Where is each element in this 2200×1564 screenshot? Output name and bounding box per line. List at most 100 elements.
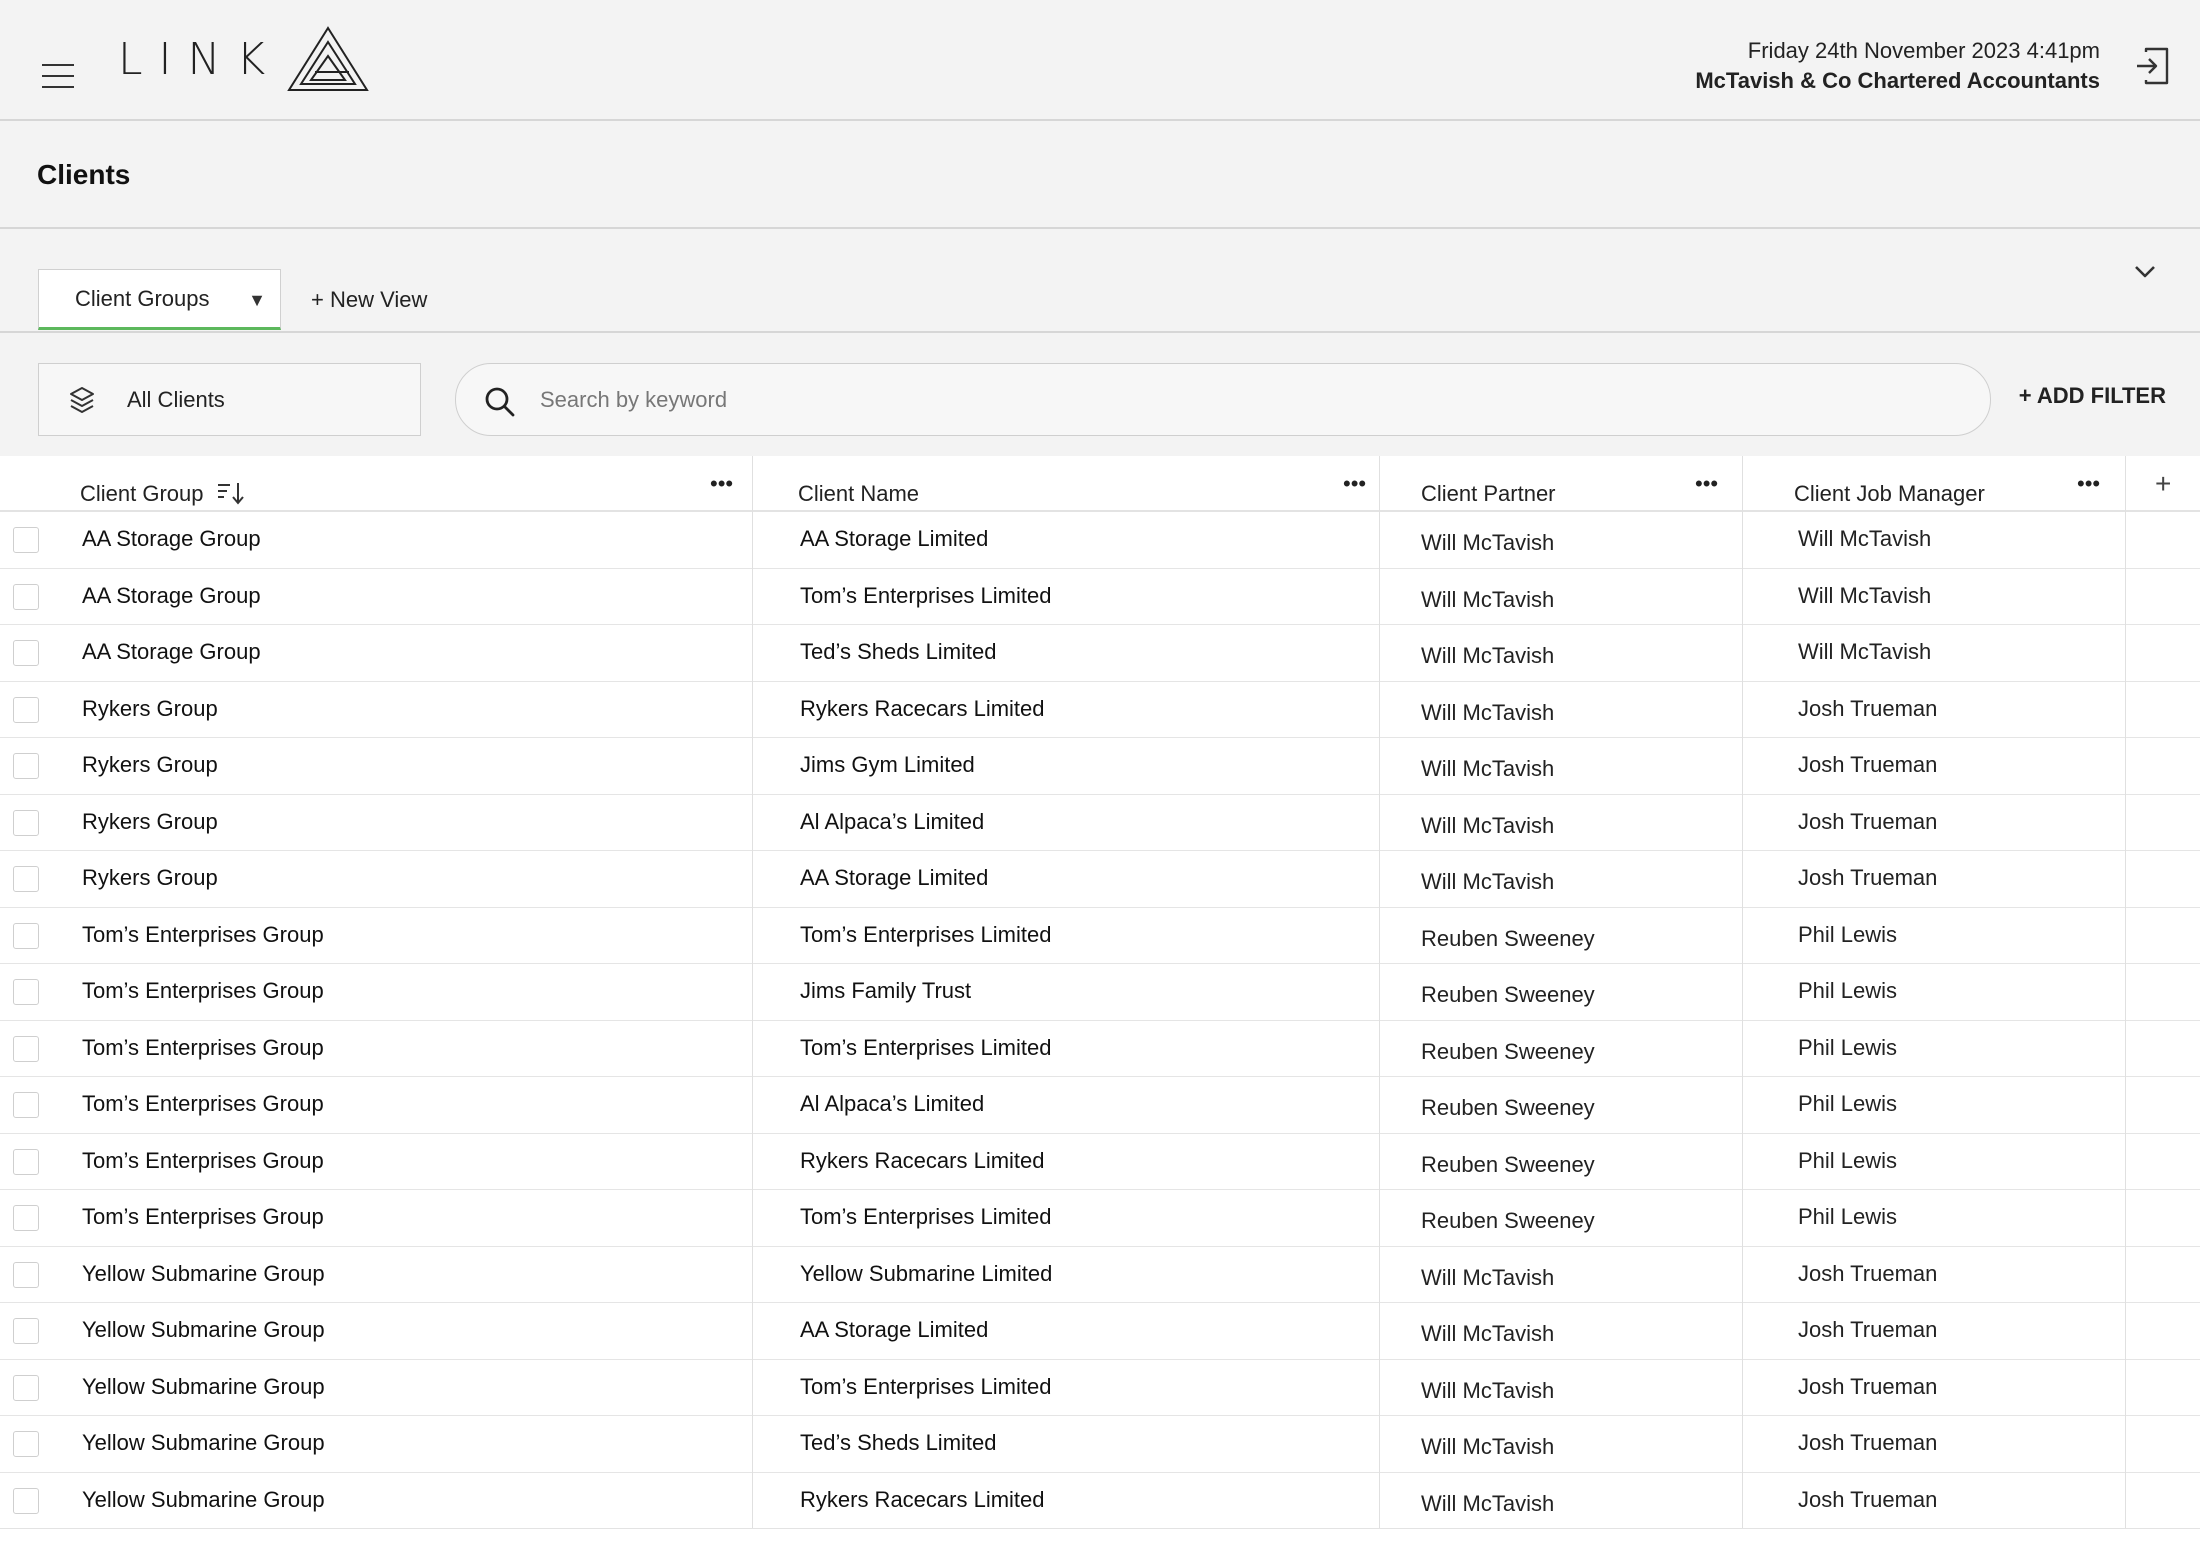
cell-client-partner: Reuben Sweeney	[1421, 1095, 1595, 1120]
cell-client-partner: Will McTavish	[1421, 1321, 1555, 1346]
table-row[interactable]: Tom’s Enterprises Group Rykers Racecars L…	[0, 1134, 2200, 1190]
column-header-client-group[interactable]: Client Group	[80, 456, 246, 512]
checkbox-icon[interactable]	[13, 1261, 39, 1288]
table-row[interactable]: Yellow Submarine Group AA Storage Limited…	[0, 1303, 2200, 1360]
chevron-down-icon[interactable]	[2132, 261, 2158, 281]
new-view-button[interactable]: + New View	[311, 287, 427, 313]
column-divider	[1742, 456, 1743, 1528]
checkbox-icon[interactable]	[13, 583, 39, 610]
view-tabs: Client Groups ▼ + New View	[0, 229, 2200, 333]
column-divider	[2125, 456, 2126, 1528]
table-row[interactable]: Rykers Group Al Alpaca’s Limited Will McTa…	[0, 795, 2200, 851]
cell-client-group: Rykers Group	[82, 695, 218, 721]
more-icon[interactable]: •••	[1343, 456, 1366, 512]
cell-client-job-manager: Josh Trueman	[1798, 695, 1938, 721]
checkbox-icon[interactable]	[13, 696, 39, 723]
tab-client-groups-label: Client Groups	[75, 285, 210, 311]
clients-table: Client Group ••• Client Name ••• Client …	[0, 456, 2200, 1564]
logout-icon[interactable]	[2134, 46, 2170, 86]
table-row[interactable]: Tom’s Enterprises Group Jims Family Trust…	[0, 964, 2200, 1021]
cell-client-group: Yellow Submarine Group	[82, 1373, 325, 1399]
checkbox-icon[interactable]	[13, 922, 39, 949]
table-row[interactable]: Yellow Submarine Group Ted’s Sheds Limite…	[0, 1416, 2200, 1473]
checkbox-icon[interactable]	[13, 809, 39, 836]
table-row[interactable]: AA Storage Group Ted’s Sheds Limited Will …	[0, 625, 2200, 682]
cell-client-job-manager: Josh Trueman	[1798, 1317, 1938, 1342]
column-divider	[752, 456, 753, 1528]
checkbox-icon[interactable]	[13, 1148, 39, 1175]
sort-icon[interactable]	[216, 480, 246, 506]
cell-client-group: Tom’s Enterprises Group	[82, 1147, 324, 1173]
cell-client-name: Tom’s Enterprises Limited	[800, 1034, 1052, 1060]
dropdown-caret-icon[interactable]: ▼	[248, 290, 266, 311]
table-row[interactable]: Yellow Submarine Group Yellow Submarine L…	[0, 1247, 2200, 1303]
cell-client-name: Ted’s Sheds Limited	[800, 1430, 997, 1455]
checkbox-icon[interactable]	[13, 1205, 39, 1231]
cell-client-group: AA Storage Group	[82, 639, 261, 664]
checkbox-icon[interactable]	[13, 527, 39, 553]
table-row[interactable]: Rykers Group Rykers Racecars Limited Will …	[0, 682, 2200, 738]
cell-client-partner: Reuben Sweeney	[1421, 1208, 1595, 1233]
cell-client-job-manager: Phil Lewis	[1798, 921, 1898, 947]
table-row[interactable]: Tom’s Enterprises Group Tom’s Enterprises…	[0, 908, 2200, 964]
header-info: Friday 24th November 2023 4:41pm McTavis…	[1695, 36, 2100, 96]
cell-client-partner: Will McTavish	[1421, 1377, 1555, 1403]
cell-client-name: AA Storage Limited	[800, 865, 989, 890]
checkbox-icon[interactable]	[13, 753, 39, 779]
checkbox-icon[interactable]	[13, 1374, 39, 1401]
checkbox-icon[interactable]	[13, 640, 39, 666]
column-header-client-job-manager[interactable]: Client Job Manager	[1794, 456, 1985, 512]
table-row[interactable]: Tom’s Enterprises Group Tom’s Enterprises…	[0, 1190, 2200, 1247]
cell-client-partner: Will McTavish	[1421, 699, 1555, 725]
table-row[interactable]: Tom’s Enterprises Group Tom’s Enterprises…	[0, 1021, 2200, 1077]
cell-client-partner: Will McTavish	[1421, 586, 1555, 612]
filter-bar: All Clients + ADD FILTER	[0, 333, 2200, 456]
add-filter-button[interactable]: + ADD FILTER	[2019, 383, 2166, 409]
plus-icon[interactable]: +	[2155, 468, 2171, 500]
view-select[interactable]: All Clients	[38, 363, 421, 436]
more-icon[interactable]: •••	[2077, 456, 2100, 512]
cell-client-group: Rykers Group	[82, 808, 218, 834]
checkbox-icon[interactable]	[13, 1092, 39, 1118]
more-icon[interactable]: •••	[710, 456, 733, 512]
more-icon[interactable]: •••	[1695, 456, 1718, 512]
search-input[interactable]	[540, 380, 1940, 420]
cell-client-job-manager: Will McTavish	[1798, 526, 1932, 551]
cell-client-partner: Will McTavish	[1421, 643, 1555, 668]
checkbox-icon[interactable]	[13, 1431, 39, 1457]
checkbox-icon[interactable]	[13, 979, 39, 1005]
checkbox-icon[interactable]	[13, 866, 39, 892]
cell-client-job-manager: Josh Trueman	[1798, 808, 1938, 834]
cell-client-name: Tom’s Enterprises Limited	[800, 1373, 1052, 1399]
table-row[interactable]: AA Storage Group AA Storage Limited Will M…	[0, 512, 2200, 569]
cell-client-job-manager: Josh Trueman	[1798, 1430, 1938, 1455]
column-header-client-name[interactable]: Client Name	[798, 456, 919, 512]
table-header: Client Group ••• Client Name ••• Client …	[0, 456, 2200, 512]
tab-client-groups[interactable]: Client Groups ▼	[38, 269, 281, 330]
table-row[interactable]: Tom’s Enterprises Group Al Alpaca’s Limit…	[0, 1077, 2200, 1134]
hamburger-icon[interactable]	[42, 64, 74, 88]
table-row[interactable]: Yellow Submarine Group Rykers Racecars Li…	[0, 1473, 2200, 1529]
table-row[interactable]: AA Storage Group Tom’s Enterprises Limite…	[0, 569, 2200, 625]
cell-client-job-manager: Phil Lewis	[1798, 1147, 1898, 1173]
checkbox-icon[interactable]	[13, 1487, 39, 1514]
cell-client-job-manager: Phil Lewis	[1798, 1091, 1898, 1116]
table-row[interactable]: Rykers Group Jims Gym Limited Will McTavis…	[0, 738, 2200, 795]
search-box[interactable]	[455, 363, 1991, 436]
checkbox-icon[interactable]	[13, 1318, 39, 1344]
cell-client-partner: Will McTavish	[1421, 869, 1555, 894]
table-row[interactable]: Yellow Submarine Group Tom’s Enterprises …	[0, 1360, 2200, 1416]
cell-client-job-manager: Phil Lewis	[1798, 978, 1898, 1003]
cell-client-group: Tom’s Enterprises Group	[82, 1091, 324, 1116]
table-row[interactable]: Rykers Group AA Storage Limited Will McTav…	[0, 851, 2200, 908]
checkbox-icon[interactable]	[13, 1035, 39, 1062]
cell-client-name: Yellow Submarine Limited	[800, 1260, 1053, 1286]
cell-client-name: Rykers Racecars Limited	[800, 1147, 1045, 1173]
cell-client-name: Al Alpaca’s Limited	[800, 1091, 985, 1116]
cell-client-group: Yellow Submarine Group	[82, 1260, 325, 1286]
logo[interactable]: LINK	[118, 24, 370, 94]
top-bar: LINK Friday 24th November 2023 4:41pm Mc…	[0, 0, 2200, 121]
column-header-client-partner[interactable]: Client Partner	[1421, 456, 1556, 512]
cell-client-partner: Reuben Sweeney	[1421, 925, 1595, 951]
cell-client-group: Rykers Group	[82, 752, 218, 777]
